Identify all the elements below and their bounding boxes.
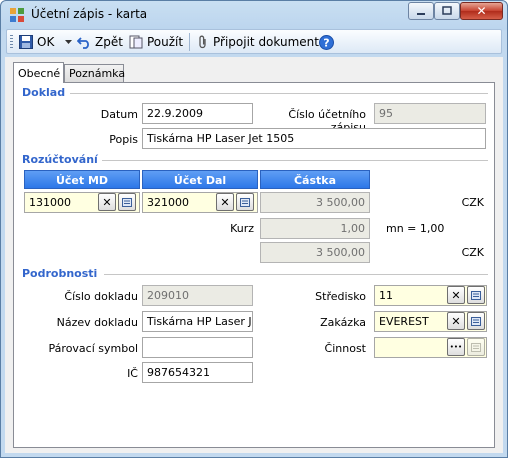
- header-ucet-dal: Účet Dal: [142, 170, 258, 189]
- toolbar-grip[interactable]: [10, 35, 13, 49]
- cislo-dokladu-label: Číslo dokladu: [64, 290, 138, 303]
- save-icon: [19, 35, 33, 49]
- ic-label: IČ: [127, 367, 138, 380]
- app-icon: [10, 8, 24, 22]
- stredisko-label: Středisko: [315, 290, 366, 303]
- cinnost-label: Činnost: [324, 342, 366, 355]
- back-button[interactable]: Zpět: [77, 33, 123, 51]
- window-title: Účetní zápis - karta: [31, 7, 148, 21]
- header-ucet-md: Účet MD: [24, 170, 140, 189]
- undo-icon: [77, 37, 89, 49]
- currency-label-2: CZK: [461, 246, 484, 259]
- header-castka: Částka: [260, 170, 370, 189]
- ic-field[interactable]: 987654321: [142, 362, 253, 383]
- section-divider: [102, 160, 488, 161]
- maximize-icon: [442, 6, 452, 15]
- tab-label: Poznámka: [69, 67, 126, 80]
- section-podrobnosti: Podrobnosti: [22, 267, 98, 280]
- attach-document-button[interactable]: Připojit dokument: [197, 33, 319, 51]
- pick-stredisko-button[interactable]: [467, 286, 485, 304]
- minimize-button[interactable]: [408, 2, 434, 20]
- tab-poznamka[interactable]: Poznámka: [64, 64, 126, 82]
- paperclip-icon: [199, 35, 206, 49]
- list-icon: [471, 290, 481, 300]
- list-icon: [471, 316, 481, 326]
- clear-ucet-dal-button[interactable]: ✕: [216, 193, 234, 211]
- mn-text: mn = 1,00: [386, 222, 445, 235]
- pick-ucet-md-button[interactable]: [118, 193, 136, 211]
- apply-button[interactable]: Použít: [129, 33, 183, 51]
- datum-label: Datum: [100, 108, 138, 121]
- nazev-dokladu-label: Název dokladu: [56, 316, 138, 329]
- back-label: Zpět: [95, 35, 123, 49]
- popis-label: Popis: [109, 133, 138, 146]
- section-doklad: Doklad: [22, 86, 66, 99]
- help-icon: ?: [319, 34, 334, 50]
- svg-text:?: ?: [323, 36, 329, 49]
- tab-obecne[interactable]: Obecné: [13, 62, 64, 83]
- popis-field[interactable]: Tiskárna HP Laser Jet 1505: [142, 128, 486, 149]
- dots-icon: •••: [449, 343, 463, 351]
- pick-zakazka-button[interactable]: [467, 312, 485, 330]
- pick-cinnost-button[interactable]: [467, 338, 485, 356]
- list-icon: [471, 342, 481, 352]
- maximize-button[interactable]: [434, 2, 460, 20]
- clear-ucet-md-button[interactable]: ✕: [98, 193, 116, 211]
- list-icon: [122, 197, 132, 207]
- attach-label: Připojit dokument: [213, 35, 319, 49]
- castka-mena-field: 3 500,00: [260, 242, 370, 263]
- help-button[interactable]: ?: [319, 33, 334, 51]
- close-icon: ✕: [476, 4, 487, 18]
- parovaci-symbol-field[interactable]: [142, 337, 253, 358]
- clear-icon: ✕: [451, 314, 461, 328]
- tab-panel-obecne: Doklad Datum 22.9.2009 Číslo účetního zá…: [13, 82, 495, 448]
- minimize-icon: [417, 13, 425, 15]
- pick-ucet-dal-button[interactable]: [236, 193, 254, 211]
- nazev-dokladu-field[interactable]: Tiskárna HP Laser Jet: [142, 311, 253, 332]
- window: Účetní zápis - karta ✕ OK Zpět Použít Př…: [0, 0, 508, 458]
- currency-label: CZK: [461, 196, 484, 209]
- title-bar: Účetní zápis - karta ✕: [1, 1, 507, 28]
- cislo-dokladu-field: 209010: [142, 285, 253, 306]
- browse-cinnost-button[interactable]: •••: [447, 338, 465, 356]
- cislo-zapisu-field: 95: [374, 103, 486, 124]
- apply-icon: [129, 35, 143, 49]
- section-divider: [104, 274, 488, 275]
- clear-zakazka-button[interactable]: ✕: [447, 312, 465, 330]
- parovaci-symbol-label: Párovací symbol: [48, 342, 138, 355]
- clear-icon: ✕: [102, 195, 112, 209]
- chevron-down-icon: [65, 39, 72, 44]
- zakazka-label: Zakázka: [320, 316, 366, 329]
- section-rozuctovani: Rozúčtování: [22, 153, 98, 166]
- kurz-field: 1,00: [260, 218, 370, 239]
- list-icon: [240, 197, 250, 207]
- toolbar-separator: [189, 33, 190, 51]
- section-divider: [70, 93, 488, 94]
- ok-button[interactable]: OK: [19, 33, 54, 51]
- client-area: Obecné Poznámka Doklad Datum 22.9.2009 Č…: [5, 57, 503, 453]
- clear-stredisko-button[interactable]: ✕: [447, 286, 465, 304]
- close-window-button[interactable]: ✕: [460, 2, 503, 20]
- tab-label: Obecné: [18, 66, 61, 80]
- clear-icon: ✕: [451, 288, 461, 302]
- clear-icon: ✕: [220, 195, 230, 209]
- ok-dropdown-button[interactable]: [65, 33, 72, 51]
- toolbar: OK Zpět Použít Připojit dokument ?: [6, 29, 502, 54]
- apply-label: Použít: [147, 35, 184, 49]
- castka-field: 3 500,00: [260, 192, 370, 213]
- ok-label: OK: [37, 35, 55, 49]
- kurz-label: Kurz: [230, 222, 254, 235]
- datum-field[interactable]: 22.9.2009: [142, 103, 253, 124]
